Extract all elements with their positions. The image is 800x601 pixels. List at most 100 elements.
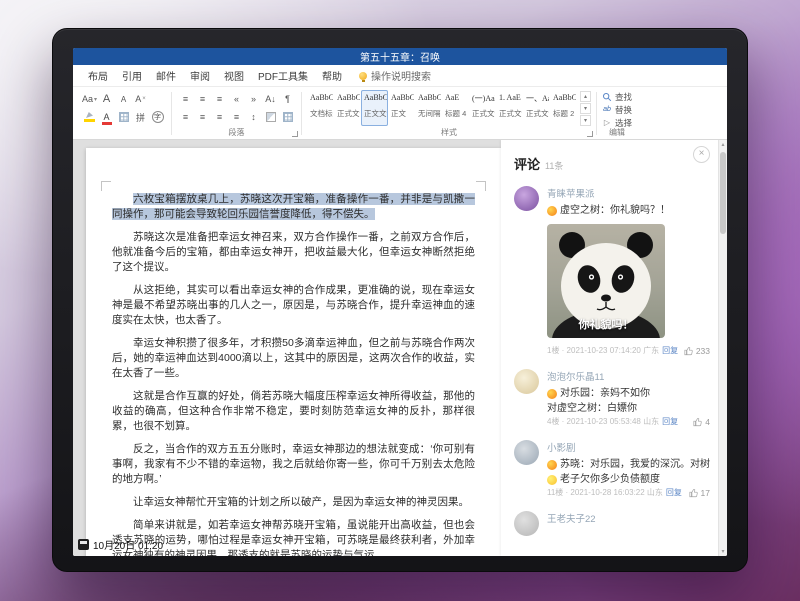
panda-image[interactable]: 你礼貌吗！ (547, 224, 665, 338)
comment-item: 泡泡尔乐晶11 对乐园：亲妈不如你 对虚空之树：白嫖你 4楼 · 2021-10… (514, 369, 710, 427)
align-right-button[interactable]: ≡ (212, 109, 227, 125)
styles-scroll-up[interactable]: ▴ (580, 91, 591, 102)
numbering-button[interactable]: ≡ (195, 91, 210, 107)
style-chip[interactable]: 一、AaE正式文件… (523, 90, 550, 126)
dialog-launcher-icon[interactable] (587, 131, 593, 137)
bullets-button[interactable]: ≡ (178, 91, 193, 107)
avatar[interactable] (514, 440, 539, 465)
like-button[interactable]: 4 (693, 417, 710, 427)
sort-button[interactable]: A↓ (263, 91, 278, 107)
paragraph-group: ≡ ≡ ≡ « » A↓ ¶ ≡ ≡ ≡ ≡ ↕ 段落 (173, 89, 300, 139)
reply-link[interactable]: 回复 (666, 487, 682, 498)
window-title: 第五十五章：召唤 (360, 49, 440, 64)
ribbon-tabs-row: 布局 引用 邮件 审阅 视图 PDF工具集 帮助 操作说明搜索 (73, 65, 727, 87)
enclose-characters-button[interactable]: 字 (150, 109, 165, 125)
style-chip[interactable]: AaBbCcD无间隔 (415, 90, 442, 126)
scrollbar[interactable]: ▴ ▾ (718, 140, 727, 556)
phonetic-guide-button[interactable]: 拼 (133, 109, 148, 125)
edit-group: 查找 ab 替换 ▷ 选择 编辑 (598, 89, 636, 139)
tab-view[interactable]: 视图 (217, 66, 251, 85)
decrease-indent-button[interactable]: « (229, 91, 244, 107)
scrollbar-thumb[interactable] (720, 152, 726, 234)
tell-me-search[interactable]: 操作说明搜索 (359, 68, 431, 83)
thumbs-up-icon (684, 346, 694, 356)
document-page[interactable]: 六枚宝箱摆放桌几上，苏晓这次开宝箱，准备操作一番，并非是与凯撒一同操作，那可能会… (86, 148, 501, 556)
increase-indent-button[interactable]: » (246, 91, 261, 107)
dialog-launcher-icon[interactable] (292, 131, 298, 137)
reply-link[interactable]: 回复 (662, 345, 678, 356)
justify-button[interactable]: ≡ (229, 109, 244, 125)
paragraph[interactable]: 让幸运女神帮忙开宝箱的计划之所以破产，是因为幸运女神的神灵因果。 (112, 495, 475, 510)
show-marks-button[interactable]: ¶ (280, 91, 295, 107)
shading-button[interactable] (263, 109, 278, 125)
meme-caption: 你礼貌吗！ (547, 316, 665, 332)
paragraph[interactable]: 反之，当合作的双方五五分账时，幸运女神那边的想法就变成：‘你可别有事啊，我家有不… (112, 442, 475, 487)
avatar[interactable] (514, 186, 539, 211)
font-color-button[interactable]: A (99, 109, 114, 125)
medal-icon (547, 389, 557, 399)
highlighter-icon (84, 112, 95, 122)
align-left-button[interactable]: ≡ (178, 109, 193, 125)
close-comments-button[interactable]: × (693, 146, 710, 163)
medal-icon (547, 206, 557, 216)
window-titlebar: 第五十五章：召唤 (73, 48, 727, 65)
borders-button[interactable] (280, 109, 295, 125)
group-divider (596, 92, 597, 135)
comments-header: 评论 11条 (514, 154, 710, 173)
style-chip[interactable]: 1. AaE正式文件… (496, 90, 523, 126)
comment-item: 小影剧 苏晓：对乐园，我爱的深沉。对树： 老子欠你多少负债额度 11楼 · 20… (514, 440, 710, 498)
paragraph[interactable]: 幸运女神积攒了很多年，才积攒50多滴幸运神血，但之前与苏晓合作两次后，她的幸运神… (112, 336, 475, 381)
style-chip[interactable]: (一)AaE正式文件 4 (469, 90, 496, 126)
comment-author: 王老夫子22 (547, 511, 710, 525)
multilevel-list-button[interactable]: ≡ (212, 91, 227, 107)
shading-icon (266, 112, 276, 122)
group-divider (301, 92, 302, 135)
style-chip-selected[interactable]: AaBbC正文文件… (361, 90, 388, 126)
tab-help[interactable]: 帮助 (315, 66, 349, 85)
style-chip[interactable]: AaE标题 4 (442, 90, 469, 126)
tab-references[interactable]: 引用 (115, 66, 149, 85)
paragraph[interactable]: 简单来讲就是，如若幸运女神帮苏晓开宝箱，虽说能开出高收益，但也会透支苏晓的运势，… (112, 518, 475, 556)
clear-formatting-button[interactable]: A× (133, 91, 148, 107)
avatar[interactable] (514, 369, 539, 394)
character-border-button[interactable] (116, 109, 131, 125)
like-button[interactable]: 17 (689, 488, 710, 498)
screen: 第五十五章：召唤 布局 引用 邮件 审阅 视图 PDF工具集 帮助 操作说明搜索… (73, 48, 727, 556)
reply-link[interactable]: 回复 (662, 416, 678, 427)
style-chip[interactable]: AaBbC标题 2 (550, 90, 577, 126)
paragraph[interactable]: 六枚宝箱摆放桌几上，苏晓这次开宝箱，准备操作一番，并非是与凯撒一同操作，那可能会… (112, 192, 475, 222)
highlight-color-button[interactable] (82, 109, 97, 125)
tab-layout[interactable]: 布局 (81, 66, 115, 85)
grow-font-button[interactable]: A (99, 91, 114, 107)
tab-mailings[interactable]: 邮件 (149, 66, 183, 85)
medal-icon (547, 460, 557, 470)
styles-more-button[interactable]: ▾ (580, 115, 591, 126)
clear-icon: × (142, 96, 146, 102)
avatar[interactable] (514, 511, 539, 536)
borders-icon (283, 112, 293, 122)
scroll-up-icon[interactable]: ▴ (719, 141, 727, 148)
align-center-button[interactable]: ≡ (195, 109, 210, 125)
scroll-down-icon[interactable]: ▾ (719, 548, 727, 555)
find-button[interactable]: 查找 (602, 90, 632, 103)
paragraph[interactable]: 这就是合作互赢的好处，倘若苏晓大幅度压榨幸运女神所得收益，那他的收益的确高，但这… (112, 389, 475, 434)
tab-pdf-tools[interactable]: PDF工具集 (251, 66, 315, 85)
group-divider (171, 92, 172, 135)
comments-count: 11条 (545, 159, 563, 172)
shrink-font-button[interactable]: A (116, 91, 131, 107)
comments-panel: × 评论 11条 青睐苹果派 虚空之树：你礼貌吗？！ (501, 140, 720, 556)
paragraph[interactable]: 苏晓这次是准备把幸运女神召来，双方合作操作一番，之前双方合作后，他就准备今后的宝… (112, 230, 475, 275)
style-chip[interactable]: AaBbC文档标题 (307, 90, 334, 126)
line-spacing-button[interactable]: ↕ (246, 109, 261, 125)
styles-scroll-down[interactable]: ▾ (580, 103, 591, 114)
paragraph[interactable]: 从这拒绝，其实可以看出幸运女神的合作成果，更准确的说，现在幸运女神是最不希望苏晓… (112, 283, 475, 328)
page-text: 六枚宝箱摆放桌几上，苏晓这次开宝箱，准备操作一番，并非是与凯撒一同操作，那可能会… (112, 192, 475, 556)
change-case-button[interactable]: Aa▾ (82, 91, 97, 107)
style-chip[interactable]: AaBbC正式文件标 (334, 90, 361, 126)
comment-author: 小影剧 (547, 440, 710, 454)
style-chip[interactable]: AaBbCcD正文 (388, 90, 415, 126)
recording-timestamp: 10月20日 01:20 (78, 537, 163, 552)
tab-review[interactable]: 审阅 (183, 66, 217, 85)
like-button[interactable]: 233 (684, 346, 710, 356)
replace-button[interactable]: ab 替换 (602, 103, 632, 116)
